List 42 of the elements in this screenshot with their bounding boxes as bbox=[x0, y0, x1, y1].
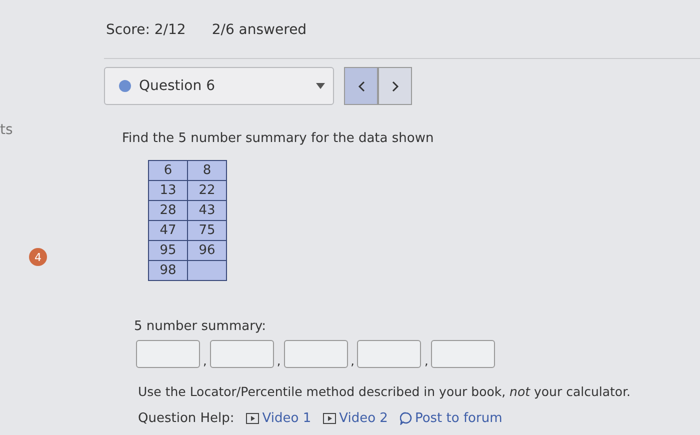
table-cell: 47 bbox=[148, 220, 188, 240]
comma-separator: , bbox=[276, 354, 281, 368]
table-cell: 96 bbox=[188, 240, 226, 260]
caret-icon bbox=[316, 83, 325, 89]
table-cell: 98 bbox=[148, 260, 188, 280]
score-text: Score: 2/12 bbox=[106, 22, 186, 40]
next-button[interactable] bbox=[378, 67, 412, 105]
answered-count: 2/6 answered bbox=[212, 22, 307, 40]
play-icon bbox=[323, 413, 336, 424]
table-cell: 28 bbox=[148, 200, 188, 220]
table-cell: 75 bbox=[188, 220, 226, 240]
help-link[interactable]: Video 2 bbox=[323, 411, 388, 426]
comma-separator: , bbox=[350, 354, 354, 368]
table-cell: 43 bbox=[188, 200, 226, 220]
step-badge: 4 bbox=[29, 248, 47, 266]
table-cell bbox=[188, 260, 226, 280]
answer-field[interactable] bbox=[136, 340, 200, 368]
comma-separator: , bbox=[424, 354, 428, 368]
previous-button[interactable] bbox=[344, 67, 378, 105]
table-cell: 6 bbox=[148, 160, 188, 180]
chevron-right-icon bbox=[392, 80, 398, 92]
table-cell: 22 bbox=[188, 180, 226, 200]
question-dropdown[interactable]: Question 6 bbox=[104, 67, 334, 105]
play-icon bbox=[246, 413, 260, 424]
status-dot-icon bbox=[119, 80, 131, 92]
table-cell: 13 bbox=[148, 180, 188, 200]
answer-field[interactable] bbox=[210, 340, 274, 368]
instruction-text: Use the Locator/Percentile method described in your book, not your calculator. bbox=[138, 384, 632, 399]
help-link[interactable]: Post to forum bbox=[400, 411, 502, 426]
help-link[interactable]: Video 1 bbox=[246, 411, 312, 426]
question-prompt: Find the 5 number summary for the data shown bbox=[122, 131, 435, 146]
speech-bubble-icon bbox=[400, 412, 412, 425]
answer-field[interactable] bbox=[431, 340, 496, 368]
comma-separator: , bbox=[203, 354, 207, 368]
chevron-left-icon bbox=[358, 80, 364, 92]
table-cell: 95 bbox=[148, 240, 188, 260]
answer-field[interactable] bbox=[357, 340, 422, 368]
table-cell: 8 bbox=[188, 160, 226, 180]
answer-field[interactable] bbox=[284, 340, 348, 368]
answer-label: 5 number summary: bbox=[134, 319, 268, 334]
side-label: ts bbox=[0, 122, 13, 138]
help-label: Question Help: bbox=[138, 411, 234, 426]
